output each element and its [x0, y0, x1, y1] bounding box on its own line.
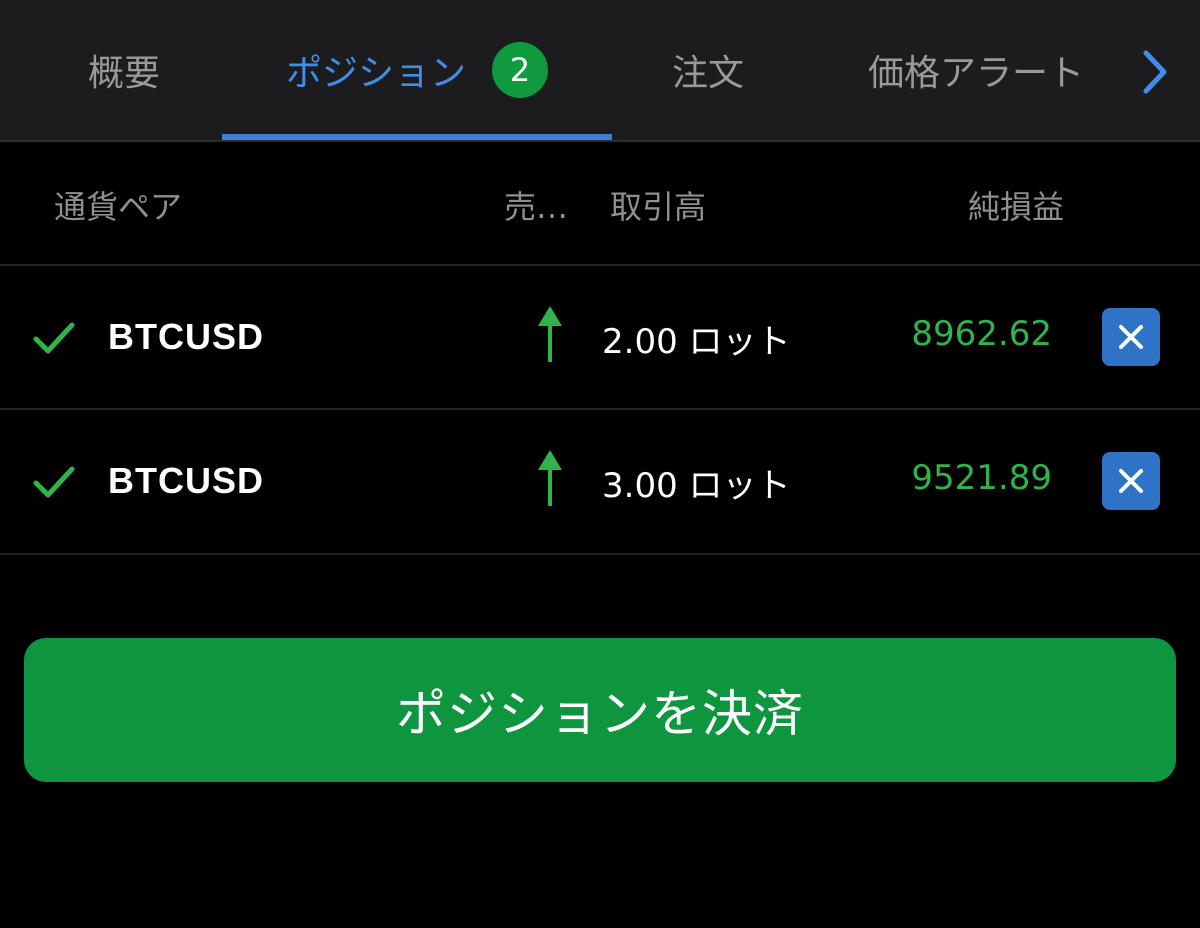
- row-divider: [0, 553, 1200, 555]
- active-tab-indicator: [222, 134, 612, 140]
- column-header-side: 売…: [504, 188, 569, 226]
- tab-overview-label: 概要: [87, 53, 160, 94]
- close-icon: [1119, 469, 1143, 493]
- check-icon: [33, 322, 75, 354]
- tab-orders[interactable]: 注文: [628, 0, 788, 140]
- arrow-up-icon: [538, 306, 562, 362]
- tab-bar: 概要 ポジション 2 注文 価格アラート: [0, 0, 1200, 142]
- column-header-pair: 通貨ペア: [54, 188, 183, 226]
- tab-positions-label: ポジション: [285, 53, 466, 94]
- table-row[interactable]: BTCUSD 3.00 ロット 9521.89: [0, 410, 1200, 554]
- position-pnl: 8962.62: [911, 314, 1052, 354]
- close-icon: [1119, 325, 1143, 349]
- column-header-pnl: 純損益: [968, 188, 1065, 226]
- position-symbol: BTCUSD: [108, 460, 264, 501]
- position-pnl: 9521.89: [911, 458, 1052, 498]
- tabs-next-button[interactable]: [1132, 48, 1178, 96]
- table-row[interactable]: BTCUSD 2.00 ロット 8962.62: [0, 266, 1200, 410]
- close-positions-label: ポジションを決済: [396, 685, 804, 743]
- close-positions-button[interactable]: ポジションを決済: [24, 638, 1176, 782]
- tab-orders-label: 注文: [671, 53, 744, 94]
- tab-positions[interactable]: ポジション 2: [222, 0, 612, 140]
- tab-price-alerts-label: 価格アラート: [867, 53, 1084, 94]
- chevron-right-icon: [1143, 50, 1167, 94]
- position-volume: 2.00 ロット: [602, 322, 791, 362]
- check-icon: [33, 466, 75, 498]
- positions-count-badge: 2: [492, 42, 548, 98]
- position-volume: 3.00 ロット: [602, 466, 791, 506]
- tab-overview[interactable]: 概要: [44, 0, 204, 140]
- column-header-volume: 取引高: [610, 188, 707, 226]
- position-symbol: BTCUSD: [108, 316, 264, 357]
- arrow-up-icon: [538, 450, 562, 506]
- tab-price-alerts[interactable]: 価格アラート: [840, 0, 1112, 140]
- close-position-button[interactable]: [1102, 308, 1160, 366]
- positions-screen: 概要 ポジション 2 注文 価格アラート 通貨ペア 売… 取引高 純損益 BTC…: [0, 0, 1200, 928]
- close-position-button[interactable]: [1102, 452, 1160, 510]
